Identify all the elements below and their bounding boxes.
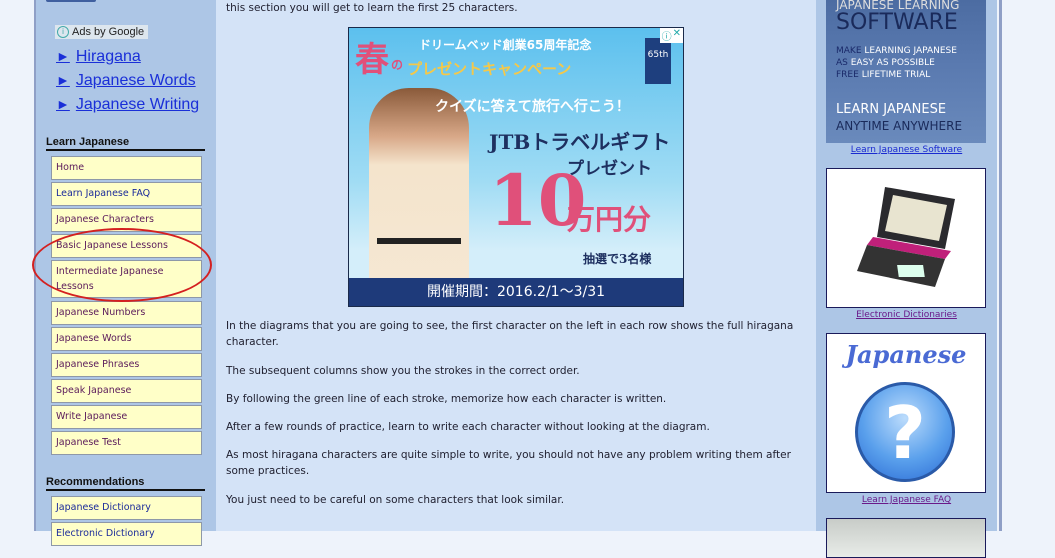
ad-jtb-text: JTBトラベルギフト [489,130,671,154]
paragraph: After a few rounds of practice, learn to… [226,421,710,433]
nav-learn-japanese-faq[interactable]: Learn Japanese FAQ [51,182,202,206]
next-recommendation-image[interactable] [826,518,986,558]
electronic-dictionary-image[interactable] [826,168,986,308]
ad-spring-glyph: 春 [355,40,389,80]
software-banner[interactable]: JAPANESE LEARNING SOFTWARE MAKE LEARNING… [826,0,986,143]
software-line2: SOFTWARE [836,10,958,35]
ad-lottery-text: 抽選で3名様 [583,252,652,266]
ad-controls[interactable]: ⓘ ✕ [659,28,683,43]
faq-title: Japanese [845,340,967,369]
learn-japanese-faq-link[interactable]: Learn Japanese FAQ [816,495,997,505]
nav-japanese-phrases[interactable]: Japanese Phrases [51,353,202,377]
software-features: MAKE LEARNING JAPANESE AS EASY AS POSSIB… [836,46,957,80]
ad-headline-2: プレゼントキャンペーン [407,60,572,78]
electronic-dictionary-icon [857,187,955,287]
nav-japanese-test[interactable]: Japanese Test [51,431,202,455]
nav-japanese-characters[interactable]: Japanese Characters [51,208,202,232]
ad-model-belt [377,238,461,244]
paragraph: The subsequent columns show you the stro… [226,365,580,377]
ad-link-hiragana[interactable]: ► Hiragana [56,48,141,66]
nav-electronic-dictionary[interactable]: Electronic Dictionary [51,522,202,546]
paragraph: By following the green line of each stro… [226,393,667,405]
play-arrow-icon: ► [56,48,70,64]
nav-intermediate-japanese-lessons[interactable]: Intermediate Japanese Lessons [51,260,202,298]
ads-by-google[interactable]: i Ads by Google [55,25,149,39]
info-icon: i [57,26,69,38]
ad-link-japanese-writing[interactable]: ► Japanese Writing [56,96,199,114]
ad-model-image [369,88,469,306]
ad-close-icon[interactable]: ✕ [673,28,681,43]
play-arrow-icon: ► [56,72,70,88]
learn-japanese-software-link[interactable]: Learn Japanese Software [816,145,997,155]
left-sidebar: i Ads by Google ► Hiragana ► Japanese Word… [36,0,216,546]
question-mark-icon: ? [855,382,955,482]
nav-write-japanese[interactable]: Write Japanese [51,405,202,429]
japanese-faq-image[interactable]: Japanese ? [826,333,986,493]
top-button[interactable] [46,0,96,2]
nav-home[interactable]: Home [51,156,202,180]
software-learn: LEARN JAPANESE [836,102,947,117]
ad-period: 開催期間：2016.2/1〜3/31 [349,278,683,306]
banner-ad[interactable]: 春 の ドリームベッド創業65周年記念 プレゼントキャンペーン 65th ⓘ ✕… [348,27,684,307]
paragraph: As most hiragana characters are quite si… [226,449,791,477]
ad-amount-unit: 万円分 [567,203,652,236]
ad-info-icon[interactable]: ⓘ [662,28,672,43]
nav-japanese-numbers[interactable]: Japanese Numbers [51,301,202,325]
ad-headline-1: ドリームベッド創業65周年記念 [419,38,592,52]
ad-link-japanese-words[interactable]: ► Japanese Words [56,72,196,90]
right-sidebar: JAPANESE LEARNING SOFTWARE MAKE LEARNING… [816,0,997,558]
ad-anniversary-badge: 65th [645,38,671,84]
paragraph: You just need to be careful on some char… [226,494,565,506]
ads-label: Ads by Google [72,26,145,38]
learn-japanese-heading: Learn Japanese [46,136,205,151]
ad-quiz-text: クイズに答えて旅行へ行こう！ [435,99,630,115]
nav-japanese-dictionary[interactable]: Japanese Dictionary [51,496,202,520]
main-content: this section you will get to learn the f… [216,0,816,531]
intro-text: this section you will get to learn the f… [226,2,518,14]
nav-basic-japanese-lessons[interactable]: Basic Japanese Lessons [51,234,202,258]
play-arrow-icon: ► [56,96,70,112]
nav-japanese-words[interactable]: Japanese Words [51,327,202,351]
nav-speak-japanese[interactable]: Speak Japanese [51,379,202,403]
paragraph: In the diagrams that you are going to se… [226,320,794,348]
electronic-dictionaries-link[interactable]: Electronic Dictionaries [816,310,997,320]
software-anytime: ANYTIME ANYWHERE [836,119,963,133]
ad-no-glyph: の [391,58,404,72]
recommendations-heading: Recommendations [46,476,205,491]
